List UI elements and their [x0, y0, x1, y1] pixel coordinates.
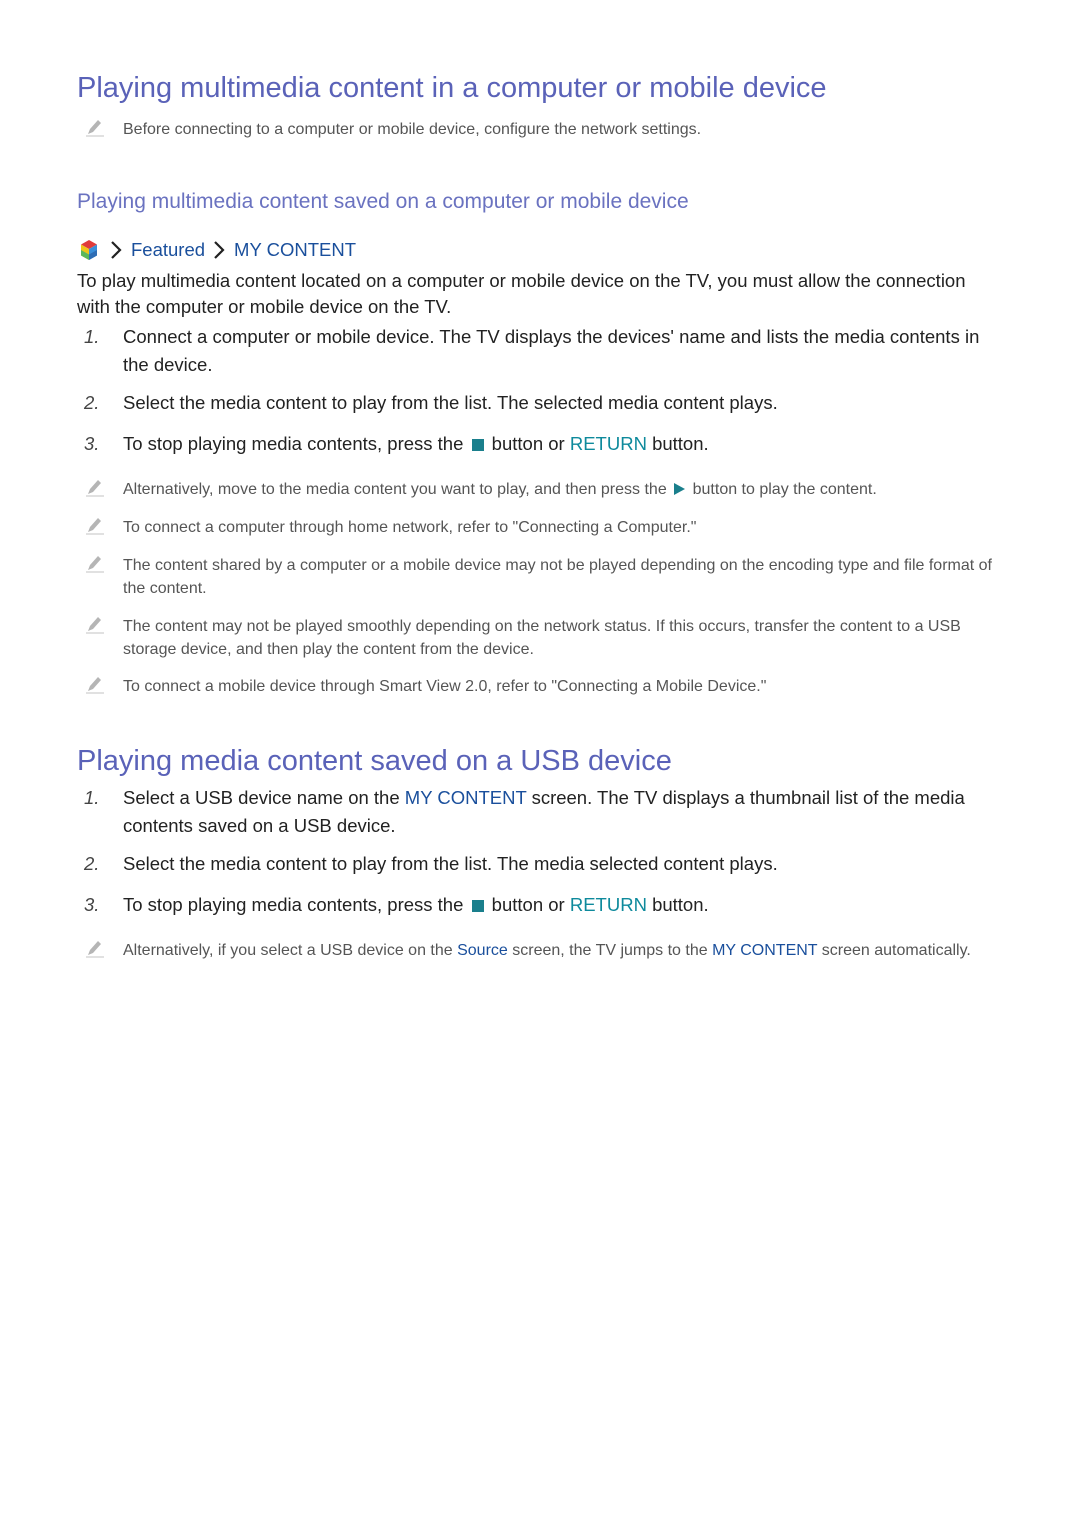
- step-text: Select the media content to play from th…: [123, 392, 778, 413]
- intro-paragraph: To play multimedia content located on a …: [77, 270, 966, 317]
- smart-hub-cube-icon[interactable]: [79, 239, 99, 261]
- pencil-note-icon: [86, 677, 104, 694]
- step-text: To stop playing media contents, press th…: [123, 430, 995, 458]
- pencil-note-icon: [86, 518, 104, 535]
- chevron-right-icon: [214, 241, 225, 259]
- note-text-part: screen automatically.: [821, 942, 971, 959]
- note-text: The content shared by a computer or a mo…: [123, 557, 992, 597]
- note-text: The content may not be played smoothly d…: [123, 618, 961, 658]
- step-number: 3.: [84, 433, 100, 454]
- step-text-part: Select a USB device name on the: [123, 787, 400, 808]
- step-number: 2.: [84, 853, 100, 874]
- step-text-part: To stop playing media contents, press th…: [123, 894, 464, 915]
- note-text: To connect a computer through home netwo…: [123, 519, 697, 536]
- pencil-note-icon: [86, 120, 104, 137]
- pencil-note-icon: [86, 941, 104, 958]
- play-button-icon: [674, 483, 686, 495]
- my-content-keyword: MY CONTENT: [712, 942, 818, 959]
- step-number: 1.: [84, 326, 100, 347]
- step-text: Connect a computer or mobile device. The…: [123, 326, 980, 375]
- stop-button-icon: [471, 900, 484, 912]
- stop-button-icon: [471, 439, 484, 451]
- pencil-note-icon: [86, 556, 104, 573]
- source-keyword: Source: [457, 942, 508, 959]
- note-text: Alternatively, if you select a USB devic…: [123, 939, 995, 962]
- section-title-computer-mobile: Playing multimedia content in a computer…: [77, 72, 827, 104]
- step-text: Select a USB device name on the MY CONTE…: [123, 784, 995, 840]
- breadcrumb-my-content[interactable]: MY CONTENT: [234, 239, 356, 261]
- step-text-part: button.: [652, 894, 709, 915]
- step-number: 3.: [84, 894, 100, 915]
- note-text: To connect a mobile device through Smart…: [123, 678, 767, 695]
- note-text-part: screen, the TV jumps to the: [512, 942, 708, 959]
- note-text-part: Alternatively, move to the media content…: [123, 481, 667, 498]
- my-content-keyword: MY CONTENT: [404, 787, 527, 808]
- breadcrumb: Featured MY CONTENT: [79, 238, 356, 262]
- note-text: Before connecting to a computer or mobil…: [123, 121, 702, 138]
- step-text: Select the media content to play from th…: [123, 853, 778, 874]
- step-text-part: button or: [491, 433, 565, 454]
- breadcrumb-featured[interactable]: Featured: [131, 239, 205, 261]
- step-text-part: To stop playing media contents, press th…: [123, 433, 464, 454]
- pencil-note-icon: [86, 480, 104, 497]
- note-text: Alternatively, move to the media content…: [123, 478, 995, 501]
- step-text: To stop playing media contents, press th…: [123, 891, 995, 919]
- return-keyword: RETURN: [569, 433, 647, 454]
- step-text-part: button or: [491, 894, 565, 915]
- section-title-usb-device: Playing media content saved on a USB dev…: [77, 745, 672, 777]
- pencil-note-icon: [86, 617, 104, 634]
- return-keyword: RETURN: [569, 894, 647, 915]
- step-text-part: button.: [652, 433, 709, 454]
- chevron-right-icon: [111, 241, 122, 259]
- note-text-part: button to play the content.: [692, 481, 877, 498]
- subsection-title-saved-on-computer: Playing multimedia content saved on a co…: [77, 190, 689, 213]
- step-number: 1.: [84, 787, 100, 808]
- step-number: 2.: [84, 392, 100, 413]
- note-text-part: Alternatively, if you select a USB devic…: [123, 942, 453, 959]
